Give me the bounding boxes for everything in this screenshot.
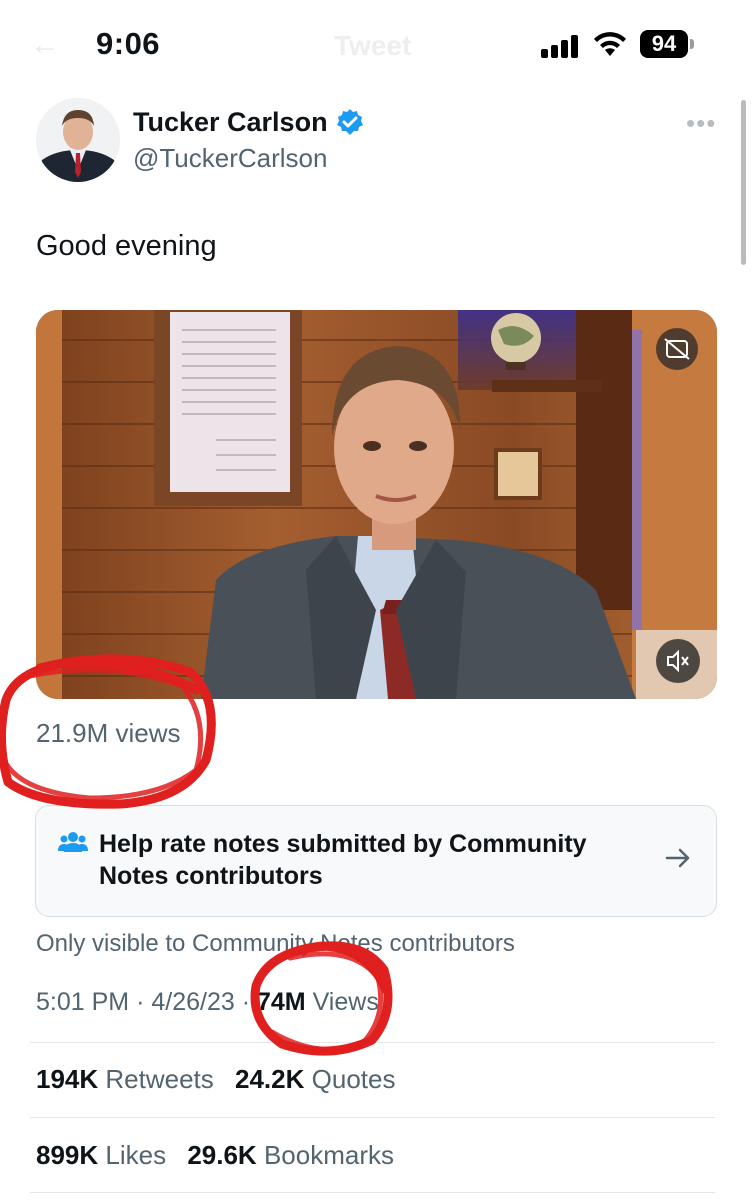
tweet-video[interactable] [36,310,717,699]
meta-separator: · [136,988,145,1016]
likes-label: Likes [105,1140,167,1170]
quotes-count: 24.2K [235,1064,305,1094]
retweets-label: Retweets [105,1064,214,1094]
stats-row-shares: 194K Retweets 24.2K Quotes [36,1064,395,1095]
battery-icon: 94 [640,30,688,58]
tweet-time: 5:01 PM [36,988,130,1016]
verified-badge-icon [337,109,363,135]
notes-visibility-text: Only visible to Community Notes contribu… [36,930,515,957]
back-arrow-icon[interactable]: ← [30,28,60,62]
likes-count: 899K [36,1140,99,1170]
avatar[interactable] [36,98,120,182]
tweet-views-count: 74M [256,988,306,1016]
divider [30,1117,715,1118]
battery-nub [690,39,694,49]
bookmarks-count: 29.6K [187,1140,257,1170]
people-icon [58,832,88,852]
unmute-button[interactable] [656,639,700,683]
tweet-text: Good evening [36,230,217,262]
cellular-signal-icon [541,34,581,58]
more-options-icon[interactable]: ••• [686,108,716,139]
video-frame [36,310,717,699]
header-title: Tweet [334,30,412,61]
quotes-link[interactable]: 24.2K Quotes [235,1064,395,1094]
tweet-timestamp[interactable]: 5:01 PM · 4/26/23 · 74M Views [36,988,379,1017]
arrow-right-icon[interactable] [664,844,692,872]
captions-icon [664,338,690,360]
community-notes-prompt: Help rate notes submitted by Community N… [99,830,587,890]
author-handle[interactable]: @TuckerCarlson [133,143,327,174]
scroll-indicator[interactable] [741,100,746,265]
community-notes-card[interactable]: Help rate notes submitted by Community N… [35,805,717,917]
wifi-icon [594,32,626,56]
divider [30,1042,715,1043]
author-name[interactable]: Tucker Carlson [133,107,328,138]
bookmarks-link[interactable]: 29.6K Bookmarks [187,1140,394,1170]
meta-separator-2: · [234,988,257,1016]
volume-muted-icon [667,649,689,673]
retweets-count: 194K [36,1064,99,1094]
likes-link[interactable]: 899K Likes [36,1140,166,1170]
avatar-image [36,98,120,182]
video-view-count: 21.9M views [36,718,181,748]
bookmarks-label: Bookmarks [263,1140,394,1170]
tweet-date: 4/26/23 [151,988,235,1016]
retweets-link[interactable]: 194K Retweets [36,1064,214,1094]
stats-row-engagement: 899K Likes 29.6K Bookmarks [36,1140,394,1171]
captions-button[interactable] [656,328,698,370]
tweet-views-label: Views [312,988,379,1016]
status-bar: ← Tweet 9:06 94 [0,0,752,90]
quotes-label: Quotes [311,1064,396,1094]
divider [30,1192,715,1193]
status-time: 9:06 [96,26,161,61]
